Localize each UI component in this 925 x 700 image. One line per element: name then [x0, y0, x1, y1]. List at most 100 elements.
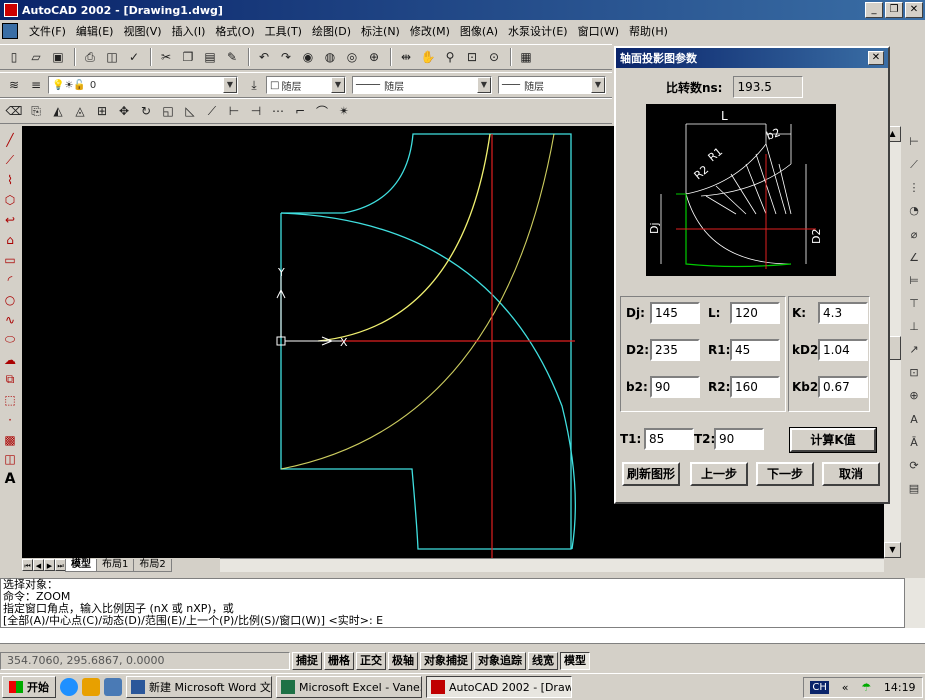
prev-tab-icon[interactable]: ◀: [33, 559, 44, 571]
chevron-down-icon[interactable]: ▼: [477, 77, 491, 93]
match-properties-icon[interactable]: ✎: [222, 47, 242, 67]
spell-check-icon[interactable]: ✓: [124, 47, 144, 67]
properties-icon[interactable]: ▦: [516, 47, 536, 67]
dj-input[interactable]: 145: [650, 302, 700, 324]
quicklaunch-shield-icon[interactable]: [82, 678, 100, 696]
r2-input[interactable]: 160: [730, 376, 780, 398]
lengthen-icon[interactable]: ⟋: [202, 101, 222, 121]
document-icon[interactable]: [2, 23, 18, 39]
input-language-indicator[interactable]: CH: [810, 681, 829, 694]
menu-edit[interactable]: 编辑(E): [71, 23, 119, 39]
move-icon[interactable]: ✥: [114, 101, 134, 121]
internet-explorer-icon[interactable]: [60, 678, 78, 696]
extend-icon[interactable]: ⊣: [246, 101, 266, 121]
dialog-close-icon[interactable]: ✕: [868, 51, 884, 65]
osnap-toggle[interactable]: 对象捕捉: [420, 652, 472, 670]
layer-combo[interactable]: 💡 ☀ 🔓 0 ▼: [48, 76, 238, 94]
title-bar[interactable]: AutoCAD 2002 - [Drawing1.dwg] _ ❐ ✕: [0, 0, 925, 20]
lineweight-combo[interactable]: ─── 随层 ▼: [498, 76, 606, 94]
otrack-toggle[interactable]: 对象追踪: [474, 652, 526, 670]
copy-object-icon[interactable]: ⎘: [26, 101, 46, 121]
ordinate-dim-icon[interactable]: ⋮: [904, 178, 924, 197]
revcloud-icon[interactable]: ☁: [0, 351, 20, 368]
trim-icon[interactable]: ⊢: [224, 101, 244, 121]
t2-input[interactable]: 90: [714, 428, 764, 450]
angular-dim-icon[interactable]: ∠: [904, 248, 924, 267]
ortho-toggle[interactable]: 正交: [356, 652, 386, 670]
menu-image[interactable]: 图像(A): [455, 23, 503, 39]
linear-dim-icon[interactable]: ⊢: [904, 132, 924, 151]
radius-dim-icon[interactable]: ◔: [904, 201, 924, 220]
chevron-down-icon[interactable]: ▼: [223, 77, 237, 93]
make-block-icon[interactable]: ⬚: [0, 391, 20, 408]
dim-style-icon[interactable]: ▤: [904, 479, 924, 498]
pan-icon[interactable]: ✋: [418, 47, 438, 67]
clock[interactable]: 14:19: [884, 681, 916, 694]
menu-draw[interactable]: 绘图(D): [307, 23, 356, 39]
grid-toggle[interactable]: 栅格: [324, 652, 354, 670]
task-word[interactable]: 新建 Microsoft Word 文...: [126, 676, 272, 698]
tab-layout1[interactable]: 布局1: [96, 558, 135, 572]
drawing-horizontal-scrollbar[interactable]: [220, 558, 884, 572]
polygon-shape-icon[interactable]: ⌂: [0, 232, 20, 249]
minimize-button[interactable]: _: [865, 2, 883, 18]
color-combo[interactable]: □ 随层 ▼: [266, 76, 346, 94]
circle-icon[interactable]: ○: [0, 292, 20, 309]
r1-input[interactable]: 45: [730, 339, 780, 361]
mtext-icon[interactable]: A: [0, 471, 20, 488]
layer-previous-icon[interactable]: ≡: [26, 75, 46, 95]
cut-icon[interactable]: ✂: [156, 47, 176, 67]
fillet-icon[interactable]: ⌒: [312, 101, 332, 121]
tab-layout2[interactable]: 布局2: [133, 558, 172, 572]
lineweight-toggle[interactable]: 线宽: [528, 652, 558, 670]
chevron-down-icon[interactable]: ▼: [591, 77, 605, 93]
ellipse-icon[interactable]: ⬭: [0, 331, 20, 348]
print-icon[interactable]: ⎙: [80, 47, 100, 67]
scroll-down-icon[interactable]: ▼: [884, 542, 901, 558]
collapse-tray-icon[interactable]: «: [842, 681, 849, 694]
baseline-dim-icon[interactable]: ⊤: [904, 294, 924, 313]
close-button[interactable]: ✕: [905, 2, 923, 18]
b2-input[interactable]: 90: [650, 376, 700, 398]
new-icon[interactable]: ▯: [4, 47, 24, 67]
layer-manager-icon[interactable]: ≋: [4, 75, 24, 95]
undo-icon[interactable]: ↶: [254, 47, 274, 67]
menu-format[interactable]: 格式(O): [210, 23, 259, 39]
umbrella-tray-icon[interactable]: ☂: [861, 681, 871, 694]
polar-toggle[interactable]: 极轴: [388, 652, 418, 670]
explode-icon[interactable]: ✴: [334, 101, 354, 121]
l-input[interactable]: 120: [730, 302, 780, 324]
dialog-title-bar[interactable]: 轴面投影图参数 ✕: [616, 48, 888, 68]
command-history[interactable]: 选择对象： 命令：ZOOM 指定窗口角点，输入比例因子 (nX 或 nXP)，或…: [0, 578, 905, 628]
hatch-icon[interactable]: ▩: [0, 431, 20, 448]
kd2-input[interactable]: 1.04: [818, 339, 868, 361]
dim-text-edit-icon[interactable]: Ā: [904, 433, 924, 452]
spline-icon[interactable]: ∿: [0, 311, 20, 328]
menu-file[interactable]: 文件(F): [24, 23, 71, 39]
zoom-realtime-icon[interactable]: ⚲: [440, 47, 460, 67]
array-icon[interactable]: ⊞: [92, 101, 112, 121]
menu-insert[interactable]: 插入(I): [167, 23, 211, 39]
next-step-button[interactable]: 下一步: [756, 462, 814, 486]
d2-input[interactable]: 235: [650, 339, 700, 361]
dim-update-icon[interactable]: ⟳: [904, 456, 924, 475]
hyperlink-icon[interactable]: ◉: [298, 47, 318, 67]
polyline-icon[interactable]: ⌇: [0, 172, 20, 189]
start-button[interactable]: 开始: [2, 676, 56, 698]
erase-icon[interactable]: ⌫: [4, 101, 24, 121]
redo-icon[interactable]: ↷: [276, 47, 296, 67]
dim-edit-icon[interactable]: A: [904, 410, 924, 429]
copy-icon[interactable]: ❐: [178, 47, 198, 67]
menu-tools[interactable]: 工具(T): [260, 23, 307, 39]
osnap-icon[interactable]: ⊕: [364, 47, 384, 67]
print-preview-icon[interactable]: ◫: [102, 47, 122, 67]
mirror-icon[interactable]: ◭: [48, 101, 68, 121]
task-excel[interactable]: Microsoft Excel - Vane5...: [276, 676, 422, 698]
stretch-icon[interactable]: ◺: [180, 101, 200, 121]
break-icon[interactable]: ⋯: [268, 101, 288, 121]
rotate-icon[interactable]: ↻: [136, 101, 156, 121]
chamfer-icon[interactable]: ⌐: [290, 101, 310, 121]
previous-step-button[interactable]: 上一步: [690, 462, 748, 486]
snap-toggle[interactable]: 捕捉: [292, 652, 322, 670]
menu-pump-design[interactable]: 水泵设计(E): [503, 23, 573, 39]
